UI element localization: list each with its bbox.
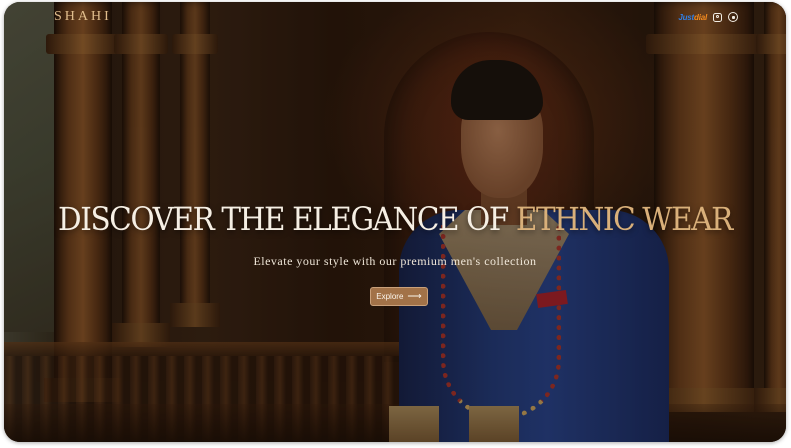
social-links: Justdial: [678, 12, 738, 22]
headline-accent: ETHNIC WEAR: [515, 200, 733, 238]
top-nav: SHAHI Justdial: [4, 2, 786, 36]
justdial-link[interactable]: Justdial: [678, 13, 707, 22]
hero-subtitle: Elevate your style with our premium men'…: [253, 254, 537, 268]
justdial-logo-part1: Just: [678, 12, 695, 22]
whatsapp-icon[interactable]: [728, 12, 738, 22]
brand-logo[interactable]: SHAHI: [54, 9, 112, 25]
headline-main: DISCOVER THE ELEGANCE OF: [58, 200, 516, 238]
justdial-logo-part2: dial: [694, 12, 707, 22]
instagram-icon[interactable]: [713, 12, 722, 22]
hero-section: SHAHI Justdial DISCOVER THE ELEGANCE OF …: [4, 2, 786, 442]
hero-headline: DISCOVER THE ELEGANCE OF ETHNIC WEAR: [35, 200, 754, 238]
explore-button[interactable]: Explore ⟶: [370, 287, 428, 306]
arrow-right-icon: ⟶: [407, 290, 422, 302]
explore-button-label: Explore: [376, 292, 404, 301]
